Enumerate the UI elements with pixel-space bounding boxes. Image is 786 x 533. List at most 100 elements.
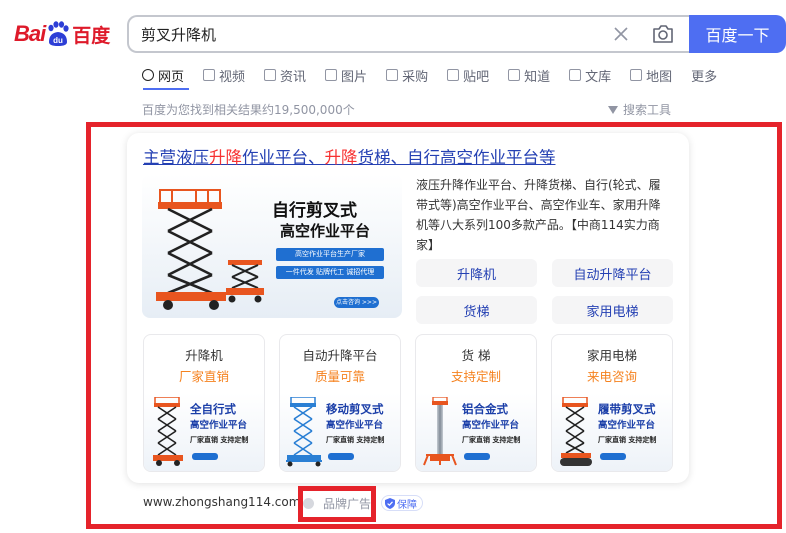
tab-tieba[interactable]: 贴吧	[447, 64, 489, 86]
search-input[interactable]	[141, 25, 581, 43]
product-card[interactable]: 升降机 厂家直销 全自行式 高空作业平台 厂家直销 支持定制	[143, 334, 265, 472]
baidu-logo[interactable]: Bai du 百度	[14, 16, 110, 52]
product-card[interactable]: 货 梯 支持定制 铝合金式 高空作业平台 厂家直销 支持定制	[415, 334, 537, 472]
product-tagline: 厂家直销	[178, 369, 229, 384]
product-image: 移动剪叉式 高空作业平台 厂家直销 支持定制	[280, 393, 400, 471]
product-image-button	[464, 453, 490, 460]
search-tabs: 网页 视频 资讯 图片 采购 贴吧 知道 文库 地图 更多	[142, 64, 736, 86]
product-card[interactable]: 家用电梯 来电咨询 履带剪叉式 高空作业平台 厂家直销 支持定制	[551, 334, 673, 472]
product-image-subtitle: 高空作业平台	[598, 420, 656, 431]
product-image-button	[600, 453, 626, 460]
logo-text-paw: du	[53, 36, 63, 45]
product-image-title: 移动剪叉式	[326, 402, 384, 416]
tab-label: 网页	[158, 69, 185, 85]
tab-map[interactable]: 地图	[630, 64, 672, 86]
product-image-title: 铝合金式	[462, 402, 508, 416]
product-image-tag: 厂家直销 支持定制	[462, 436, 521, 444]
product-image-subtitle: 高空作业平台	[326, 420, 384, 431]
scissor-lift-illustration	[286, 397, 322, 467]
product-image-title: 履带剪叉式	[598, 402, 656, 416]
video-icon	[203, 69, 216, 81]
keyword-button-home-elevator[interactable]: 家用电梯	[552, 296, 673, 324]
tab-video[interactable]: 视频	[203, 64, 245, 86]
paw-icon: du	[46, 21, 70, 47]
crawler-lift-illustration	[560, 397, 592, 466]
ad-description: 液压升降作业平台、升降货梯、自行(轮式、履带式等)高空作业平台、高空作业车、家用…	[416, 178, 661, 252]
ad-title-link[interactable]: 主营液压升降作业平台、升降货梯、自行高空作业平台等	[143, 144, 556, 168]
shield-icon	[385, 497, 395, 509]
scissor-lift-illustration	[156, 189, 264, 310]
ad-banner-image[interactable]: 自行剪叉式 高空作业平台 高空作业平台生产厂家 一件代发 贴牌代工 诚招代理 点…	[142, 174, 402, 318]
search-icon	[142, 69, 154, 81]
source-favicon-icon	[303, 498, 314, 509]
camera-icon[interactable]	[651, 23, 675, 45]
banner-tag: 高空作业平台生产厂家	[276, 248, 384, 261]
filter-icon	[608, 105, 618, 114]
product-image-button	[328, 453, 354, 460]
tieba-icon	[447, 69, 460, 81]
product-tagline: 质量可靠	[314, 369, 365, 384]
product-name: 自动升降平台	[302, 348, 378, 363]
purchase-icon	[386, 69, 399, 81]
tab-label: 贴吧	[463, 69, 490, 85]
tab-news[interactable]: 资讯	[264, 64, 306, 86]
search-button[interactable]: 百度一下	[689, 15, 786, 53]
question-icon	[508, 69, 521, 81]
product-image: 全自行式 高空作业平台 厂家直销 支持定制	[144, 393, 264, 471]
product-image-tag: 厂家直销 支持定制	[598, 436, 657, 444]
tab-zhidao[interactable]: 知道	[508, 64, 550, 86]
map-icon	[630, 69, 643, 81]
brand-ad-label[interactable]: 品牌广告	[323, 495, 371, 512]
tab-label: 资讯	[280, 69, 307, 85]
product-tagline: 支持定制	[450, 369, 501, 384]
banner-tag: 一件代发 贴牌代工 诚招代理	[276, 266, 384, 279]
product-card[interactable]: 自动升降平台 质量可靠 移动剪叉式 高空作业平台 厂家直销 支持定制	[279, 334, 401, 472]
guarantee-badge[interactable]: 保障	[381, 495, 423, 511]
tab-purchase[interactable]: 采购	[386, 64, 428, 86]
product-name: 货 梯	[461, 348, 491, 363]
banner-subtitle: 高空作业平台	[280, 222, 371, 240]
ad-source-url[interactable]: www.zhongshang114.com	[143, 495, 300, 509]
logo-text-zh: 百度	[72, 24, 111, 47]
product-image: 铝合金式 高空作业平台 厂家直销 支持定制	[416, 393, 536, 471]
product-image: 履带剪叉式 高空作业平台 厂家直销 支持定制	[552, 393, 672, 471]
product-name: 升降机	[185, 348, 223, 363]
document-icon	[569, 69, 582, 81]
product-image-title: 全自行式	[190, 402, 236, 416]
search-tools-label: 搜索工具	[623, 103, 672, 117]
tab-label: 图片	[341, 69, 368, 85]
product-name: 家用电梯	[586, 348, 637, 363]
banner-consult-button[interactable]: 点击咨询 >>>	[334, 297, 379, 308]
tab-label: 知道	[524, 69, 551, 85]
tab-wenku[interactable]: 文库	[569, 64, 611, 86]
tab-label: 采购	[402, 69, 429, 85]
product-image-tag: 厂家直销 支持定制	[190, 436, 249, 444]
keyword-button-auto-platform[interactable]: 自动升降平台	[552, 259, 673, 287]
product-image-tag: 厂家直销 支持定制	[326, 436, 385, 444]
scissor-lift-illustration	[153, 397, 183, 466]
product-image-subtitle: 高空作业平台	[190, 420, 248, 431]
tab-label: 文库	[585, 69, 612, 85]
image-icon	[325, 69, 338, 81]
tab-images[interactable]: 图片	[325, 64, 367, 86]
keyword-button-lift[interactable]: 升降机	[416, 259, 537, 287]
active-tab-indicator	[143, 88, 189, 90]
result-count: 百度为您找到相关结果约19,500,000个	[142, 103, 355, 117]
search-tools-button[interactable]: 搜索工具	[608, 101, 671, 118]
banner-title: 自行剪叉式	[272, 201, 357, 221]
tab-label: 更多	[691, 69, 718, 85]
news-icon	[264, 69, 277, 81]
tab-more[interactable]: 更多	[691, 64, 717, 86]
keyword-button-freight-elevator[interactable]: 货梯	[416, 296, 537, 324]
product-image-button	[192, 453, 218, 460]
guarantee-label: 保障	[397, 499, 417, 511]
product-tagline: 来电咨询	[586, 369, 637, 384]
clear-icon[interactable]	[611, 24, 631, 44]
tab-label: 视频	[219, 69, 246, 85]
product-image-subtitle: 高空作业平台	[462, 420, 520, 431]
tab-web[interactable]: 网页	[142, 64, 184, 86]
search-box	[127, 15, 689, 53]
logo-text-latin: Bai	[14, 21, 46, 46]
aluminum-lift-illustration	[423, 397, 457, 466]
tab-label: 地图	[646, 69, 673, 85]
